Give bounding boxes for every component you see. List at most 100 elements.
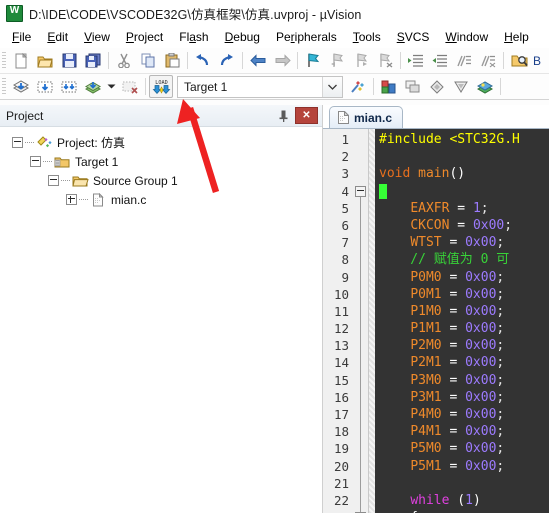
target-options-icon[interactable]	[346, 75, 370, 98]
menu-peripherals[interactable]: Peripherals	[268, 28, 345, 46]
tree-node-target[interactable]: Target 1	[4, 152, 322, 171]
menu-svcs[interactable]: SVCS	[389, 28, 438, 46]
menu-edit[interactable]: Edit	[39, 28, 76, 46]
line-number: 1	[341, 132, 349, 147]
code-token: (	[457, 492, 466, 508]
windows-icon[interactable]	[401, 75, 425, 98]
line-number: 21	[333, 475, 349, 491]
target-select[interactable]: Target 1	[177, 75, 343, 98]
build-toolbar: LOAD Target 1	[0, 74, 549, 100]
expander-minus-icon[interactable]	[48, 175, 59, 186]
tree-connector	[25, 142, 34, 143]
code-line: WTST = 0x00;	[375, 234, 549, 251]
pin-icon[interactable]	[273, 107, 293, 125]
save-all-icon[interactable]	[81, 49, 105, 72]
download-to-flash-icon[interactable]: LOAD	[149, 75, 173, 98]
toolbar-separator	[145, 78, 146, 95]
find-in-files-icon[interactable]	[507, 49, 531, 72]
navigate-back-icon[interactable]	[246, 49, 270, 72]
code-token: ;	[496, 235, 505, 251]
code-token: 0x00	[465, 407, 497, 422]
target-select-value[interactable]: Target 1	[178, 76, 323, 97]
title-bar: D:\IDE\CODE\VSCODE32G\仿真框架\仿真.uvproj - µ…	[0, 0, 549, 26]
rebuild-all-icon[interactable]	[57, 75, 81, 98]
code-text[interactable]: #include <STC32G.H void main(){ EAXFR = …	[375, 129, 549, 513]
open-file-icon[interactable]	[33, 49, 57, 72]
code-view[interactable]: 123456789101112131415161718192021222324 …	[323, 129, 549, 513]
expander-plus-icon[interactable]	[66, 194, 77, 205]
uvision-window: D:\IDE\CODE\VSCODE32G\仿真框架\仿真.uvproj - µ…	[0, 0, 549, 513]
code-token: 0x00	[465, 424, 497, 440]
paste-icon[interactable]	[160, 49, 184, 72]
code-token: =	[441, 441, 466, 457]
menu-help[interactable]: Help	[496, 28, 537, 46]
line-number: 11	[333, 303, 349, 319]
indent-right-icon[interactable]	[404, 49, 428, 72]
menu-bar: File Edit View Project Flash Debug Perip…	[0, 26, 549, 48]
line-number: 13	[333, 338, 349, 354]
tree-node-source-group[interactable]: Source Group 1	[4, 171, 322, 190]
redo-icon[interactable]	[215, 49, 239, 72]
tree-node-file[interactable]: mian.c	[4, 190, 322, 209]
save-icon[interactable]	[57, 49, 81, 72]
project-panel-title: Project	[6, 108, 44, 123]
menu-tools[interactable]: Tools	[345, 28, 389, 46]
stop-build-icon[interactable]	[118, 75, 142, 98]
comment-lines-icon[interactable]	[452, 49, 476, 72]
chevron-down-icon[interactable]	[323, 76, 342, 97]
code-line: P2M0 = 0x00;	[375, 337, 549, 354]
line-number: 8	[341, 252, 349, 268]
code-token: #include <STC32G.H	[379, 132, 520, 147]
copy-icon[interactable]	[136, 49, 160, 72]
editor-tabstrip: mian.c	[323, 105, 549, 129]
line-number: 2	[341, 149, 349, 165]
indent-left-icon[interactable]	[428, 49, 452, 72]
bookmark-clear-icon[interactable]	[373, 49, 397, 72]
undo-icon[interactable]	[191, 49, 215, 72]
code-folding-column[interactable]	[352, 129, 369, 513]
manage-project-items-icon[interactable]	[377, 75, 401, 98]
tree-node-label: Project: 仿真	[57, 136, 126, 150]
cut-icon[interactable]	[112, 49, 136, 72]
menu-view[interactable]: View	[76, 28, 118, 46]
toolbar-grip[interactable]	[2, 77, 6, 96]
batch-build-dropdown-icon[interactable]	[105, 75, 118, 98]
layers-icon[interactable]	[473, 75, 497, 98]
expander-minus-icon[interactable]	[30, 156, 41, 167]
build-target-icon[interactable]	[33, 75, 57, 98]
line-number: 4	[341, 183, 349, 199]
bookmark-toggle-icon[interactable]	[301, 49, 325, 72]
code-token: ;	[496, 269, 505, 285]
line-number: 6	[341, 217, 349, 233]
uncomment-lines-icon[interactable]	[476, 49, 500, 72]
expander-minus-icon[interactable]	[12, 137, 23, 148]
tree-node-project[interactable]: Project: 仿真	[4, 133, 322, 152]
navigate-forward-icon[interactable]	[270, 49, 294, 72]
menu-project[interactable]: Project	[118, 28, 171, 46]
bookmark-next-icon[interactable]	[349, 49, 373, 72]
fold-collapse-icon[interactable]	[354, 185, 366, 197]
batch-build-icon[interactable]	[81, 75, 105, 98]
menu-debug[interactable]: Debug	[217, 28, 268, 46]
menu-window[interactable]: Window	[437, 28, 496, 46]
code-line: {	[375, 183, 549, 200]
menu-file[interactable]: File	[4, 28, 39, 46]
toolbar-grip[interactable]	[2, 51, 6, 70]
new-file-icon[interactable]	[9, 49, 33, 72]
menu-flash[interactable]: Flash	[171, 28, 216, 46]
configure-icon[interactable]	[425, 75, 449, 98]
translate-file-icon[interactable]	[9, 75, 33, 98]
code-token: =	[441, 424, 466, 440]
debug-settings-icon[interactable]	[449, 75, 473, 98]
code-token: while	[410, 492, 450, 508]
tab-mian-c[interactable]: mian.c	[329, 106, 404, 128]
tree-connector	[61, 180, 70, 181]
close-icon[interactable]: ✕	[295, 107, 318, 124]
code-token: P3M0	[410, 372, 442, 388]
code-token: =	[441, 355, 466, 371]
bookmark-prev-icon[interactable]	[325, 49, 349, 72]
